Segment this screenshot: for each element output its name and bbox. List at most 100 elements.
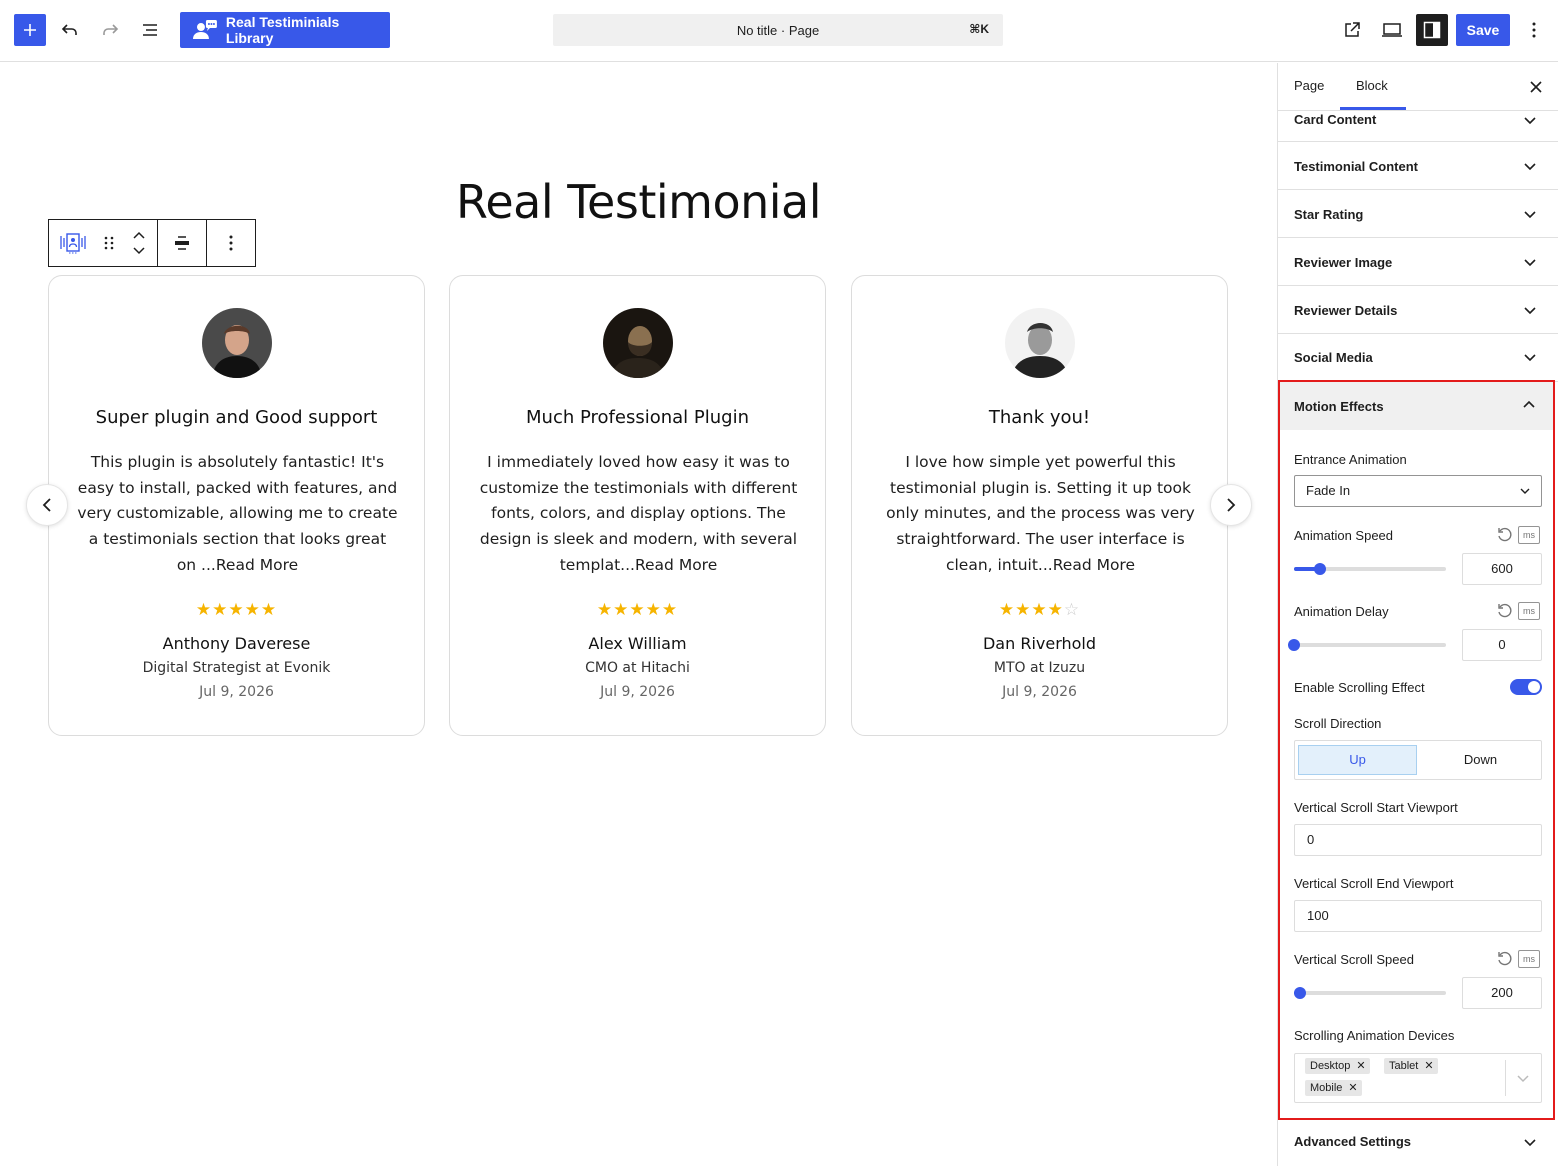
reviewer-role: CMO at Hitachi <box>585 660 690 676</box>
redo-button[interactable] <box>96 16 124 44</box>
testimonial-card[interactable]: Much Professional Plugin I immediately l… <box>449 275 826 736</box>
unit-selector[interactable]: ms <box>1518 526 1540 544</box>
panel-label: Advanced Settings <box>1294 1134 1412 1149</box>
save-button[interactable]: Save <box>1456 14 1510 46</box>
scroll-end-input[interactable]: 100 <box>1294 900 1542 932</box>
undo-icon <box>61 24 77 35</box>
close-icon[interactable] <box>1526 77 1546 97</box>
panel-label: Star Rating <box>1294 207 1364 222</box>
redo-icon <box>103 24 119 35</box>
panel-label: Card Content <box>1294 112 1377 127</box>
testimonials-library-button[interactable]: Real Testiminials Library <box>180 12 390 48</box>
direction-down-option[interactable]: Down <box>1421 745 1540 775</box>
unit-selector[interactable]: ms <box>1518 602 1540 620</box>
scroll-direction-toggle-group: Up Down <box>1294 740 1542 780</box>
entrance-animation-select[interactable]: Fade In <box>1294 475 1542 507</box>
view-page-button[interactable] <box>1338 16 1366 44</box>
vertical-scroll-speed-input[interactable]: 200 <box>1462 977 1542 1009</box>
block-toolbar <box>48 219 256 267</box>
slider-thumb[interactable] <box>1294 987 1307 999</box>
animation-speed-label: Animation Speed <box>1294 528 1394 543</box>
chevron-down-icon <box>1524 354 1536 362</box>
testimonial-text: I immediately loved how easy it was to c… <box>479 453 798 574</box>
scroll-effect-toggle[interactable] <box>1510 679 1542 695</box>
animation-speed-slider[interactable] <box>1294 563 1446 575</box>
reviewer-name: Alex William <box>588 634 687 653</box>
filled-stars: ★★★★★ <box>596 600 679 620</box>
panel-social-media[interactable]: Social Media <box>1278 334 1558 382</box>
unit-selector[interactable]: ms <box>1518 950 1540 968</box>
panel-star-rating[interactable]: Star Rating <box>1278 190 1558 238</box>
tab-block[interactable]: Block <box>1356 78 1388 93</box>
align-button[interactable] <box>158 220 207 266</box>
options-button[interactable] <box>1520 16 1548 44</box>
tab-page[interactable]: Page <box>1294 78 1324 93</box>
drag-handle-icon[interactable] <box>104 235 114 251</box>
slider-thumb[interactable] <box>1288 639 1300 651</box>
animation-delay-slider[interactable] <box>1288 639 1446 651</box>
chevron-down-icon <box>1524 1139 1536 1147</box>
motion-effects-header[interactable]: Motion Effects <box>1280 382 1553 430</box>
panel-testimonial-content[interactable]: Testimonial Content <box>1278 142 1558 190</box>
device-preview-button[interactable] <box>1378 16 1406 44</box>
scroll-start-label: Vertical Scroll Start Viewport <box>1294 800 1458 815</box>
reset-icon[interactable] <box>1496 951 1512 967</box>
device-preview-icon <box>1382 23 1402 37</box>
direction-up-option[interactable]: Up <box>1298 745 1417 775</box>
slider-thumb[interactable] <box>1313 563 1326 575</box>
carousel-next-button[interactable] <box>1210 484 1252 526</box>
filled-stars: ★★★★★ <box>195 600 278 620</box>
undo-button[interactable] <box>56 16 84 44</box>
vertical-scroll-speed-slider[interactable] <box>1294 987 1446 999</box>
device-chip-mobile: Mobile ✕ <box>1305 1080 1362 1096</box>
block-type-group <box>49 220 158 266</box>
animation-delay-input[interactable]: 0 <box>1462 629 1542 661</box>
testimonial-title: Thank you! <box>988 407 1091 428</box>
move-up-down-icon[interactable] <box>132 230 146 256</box>
animation-speed-input[interactable]: 600 <box>1462 553 1542 585</box>
list-view-icon <box>143 24 157 36</box>
panel-label: Testimonial Content <box>1294 159 1418 174</box>
reviewer-avatar <box>603 308 673 378</box>
chevron-right-icon <box>1227 498 1236 512</box>
chevron-down-icon[interactable] <box>1516 1071 1530 1085</box>
panel-reviewer-details[interactable]: Reviewer Details <box>1278 286 1558 334</box>
settings-sidebar-toggle[interactable] <box>1416 14 1448 46</box>
align-center-icon <box>175 236 189 250</box>
panel-advanced-settings[interactable]: Advanced Settings <box>1278 1121 1558 1166</box>
carousel-prev-button[interactable] <box>26 484 68 526</box>
panel-card-content[interactable]: Card Content <box>1278 110 1558 142</box>
chevron-down-icon <box>1524 211 1536 219</box>
testimonial-date: Jul 9, 2026 <box>600 684 675 700</box>
testimonial-date: Jul 9, 2026 <box>1002 684 1077 700</box>
device-chip-tablet: Tablet ✕ <box>1384 1058 1438 1074</box>
reset-icon[interactable] <box>1496 527 1512 543</box>
entrance-animation-label: Entrance Animation <box>1294 452 1407 467</box>
testimonial-card[interactable]: Super plugin and Good support This plugi… <box>48 275 425 736</box>
testimonial-text: I love how simple yet powerful this test… <box>886 453 1195 574</box>
reviewer-role: MTO at Izuzu <box>993 660 1086 676</box>
scroll-start-input[interactable]: 0 <box>1294 824 1542 856</box>
devices-multiselect[interactable]: Desktop ✕ Tablet ✕ Mobile ✕ <box>1294 1053 1542 1103</box>
document-overview-button[interactable] <box>136 16 164 44</box>
panel-reviewer-image[interactable]: Reviewer Image <box>1278 238 1558 286</box>
testimonial-block-icon[interactable] <box>60 232 86 254</box>
command-palette-bar[interactable]: No title · Page ⌘K <box>553 14 1003 46</box>
remove-chip-icon[interactable]: ✕ <box>1348 1082 1357 1094</box>
document-title: No title · Page <box>736 22 820 38</box>
scroll-end-label: Vertical Scroll End Viewport <box>1294 876 1454 891</box>
testimonial-title: Super plugin and Good support <box>95 407 378 428</box>
more-vertical-icon <box>229 235 233 251</box>
chevron-down-icon <box>1524 307 1536 315</box>
empty-stars: ☆ <box>1063 600 1081 620</box>
remove-chip-icon[interactable]: ✕ <box>1424 1060 1433 1072</box>
block-options-button[interactable] <box>207 220 255 266</box>
testimonial-card[interactable]: Thank you! I love how simple yet powerfu… <box>851 275 1228 736</box>
editor-canvas[interactable]: Real Testimonial Super plugin and Good s… <box>0 63 1277 1166</box>
add-block-button[interactable] <box>14 14 46 46</box>
shortcut-hint: ⌘K <box>969 22 989 36</box>
reviewer-avatar <box>1005 308 1075 378</box>
reviewer-role: Digital Strategist at Evonik <box>142 660 331 676</box>
remove-chip-icon[interactable]: ✕ <box>1356 1060 1365 1072</box>
reset-icon[interactable] <box>1496 603 1512 619</box>
